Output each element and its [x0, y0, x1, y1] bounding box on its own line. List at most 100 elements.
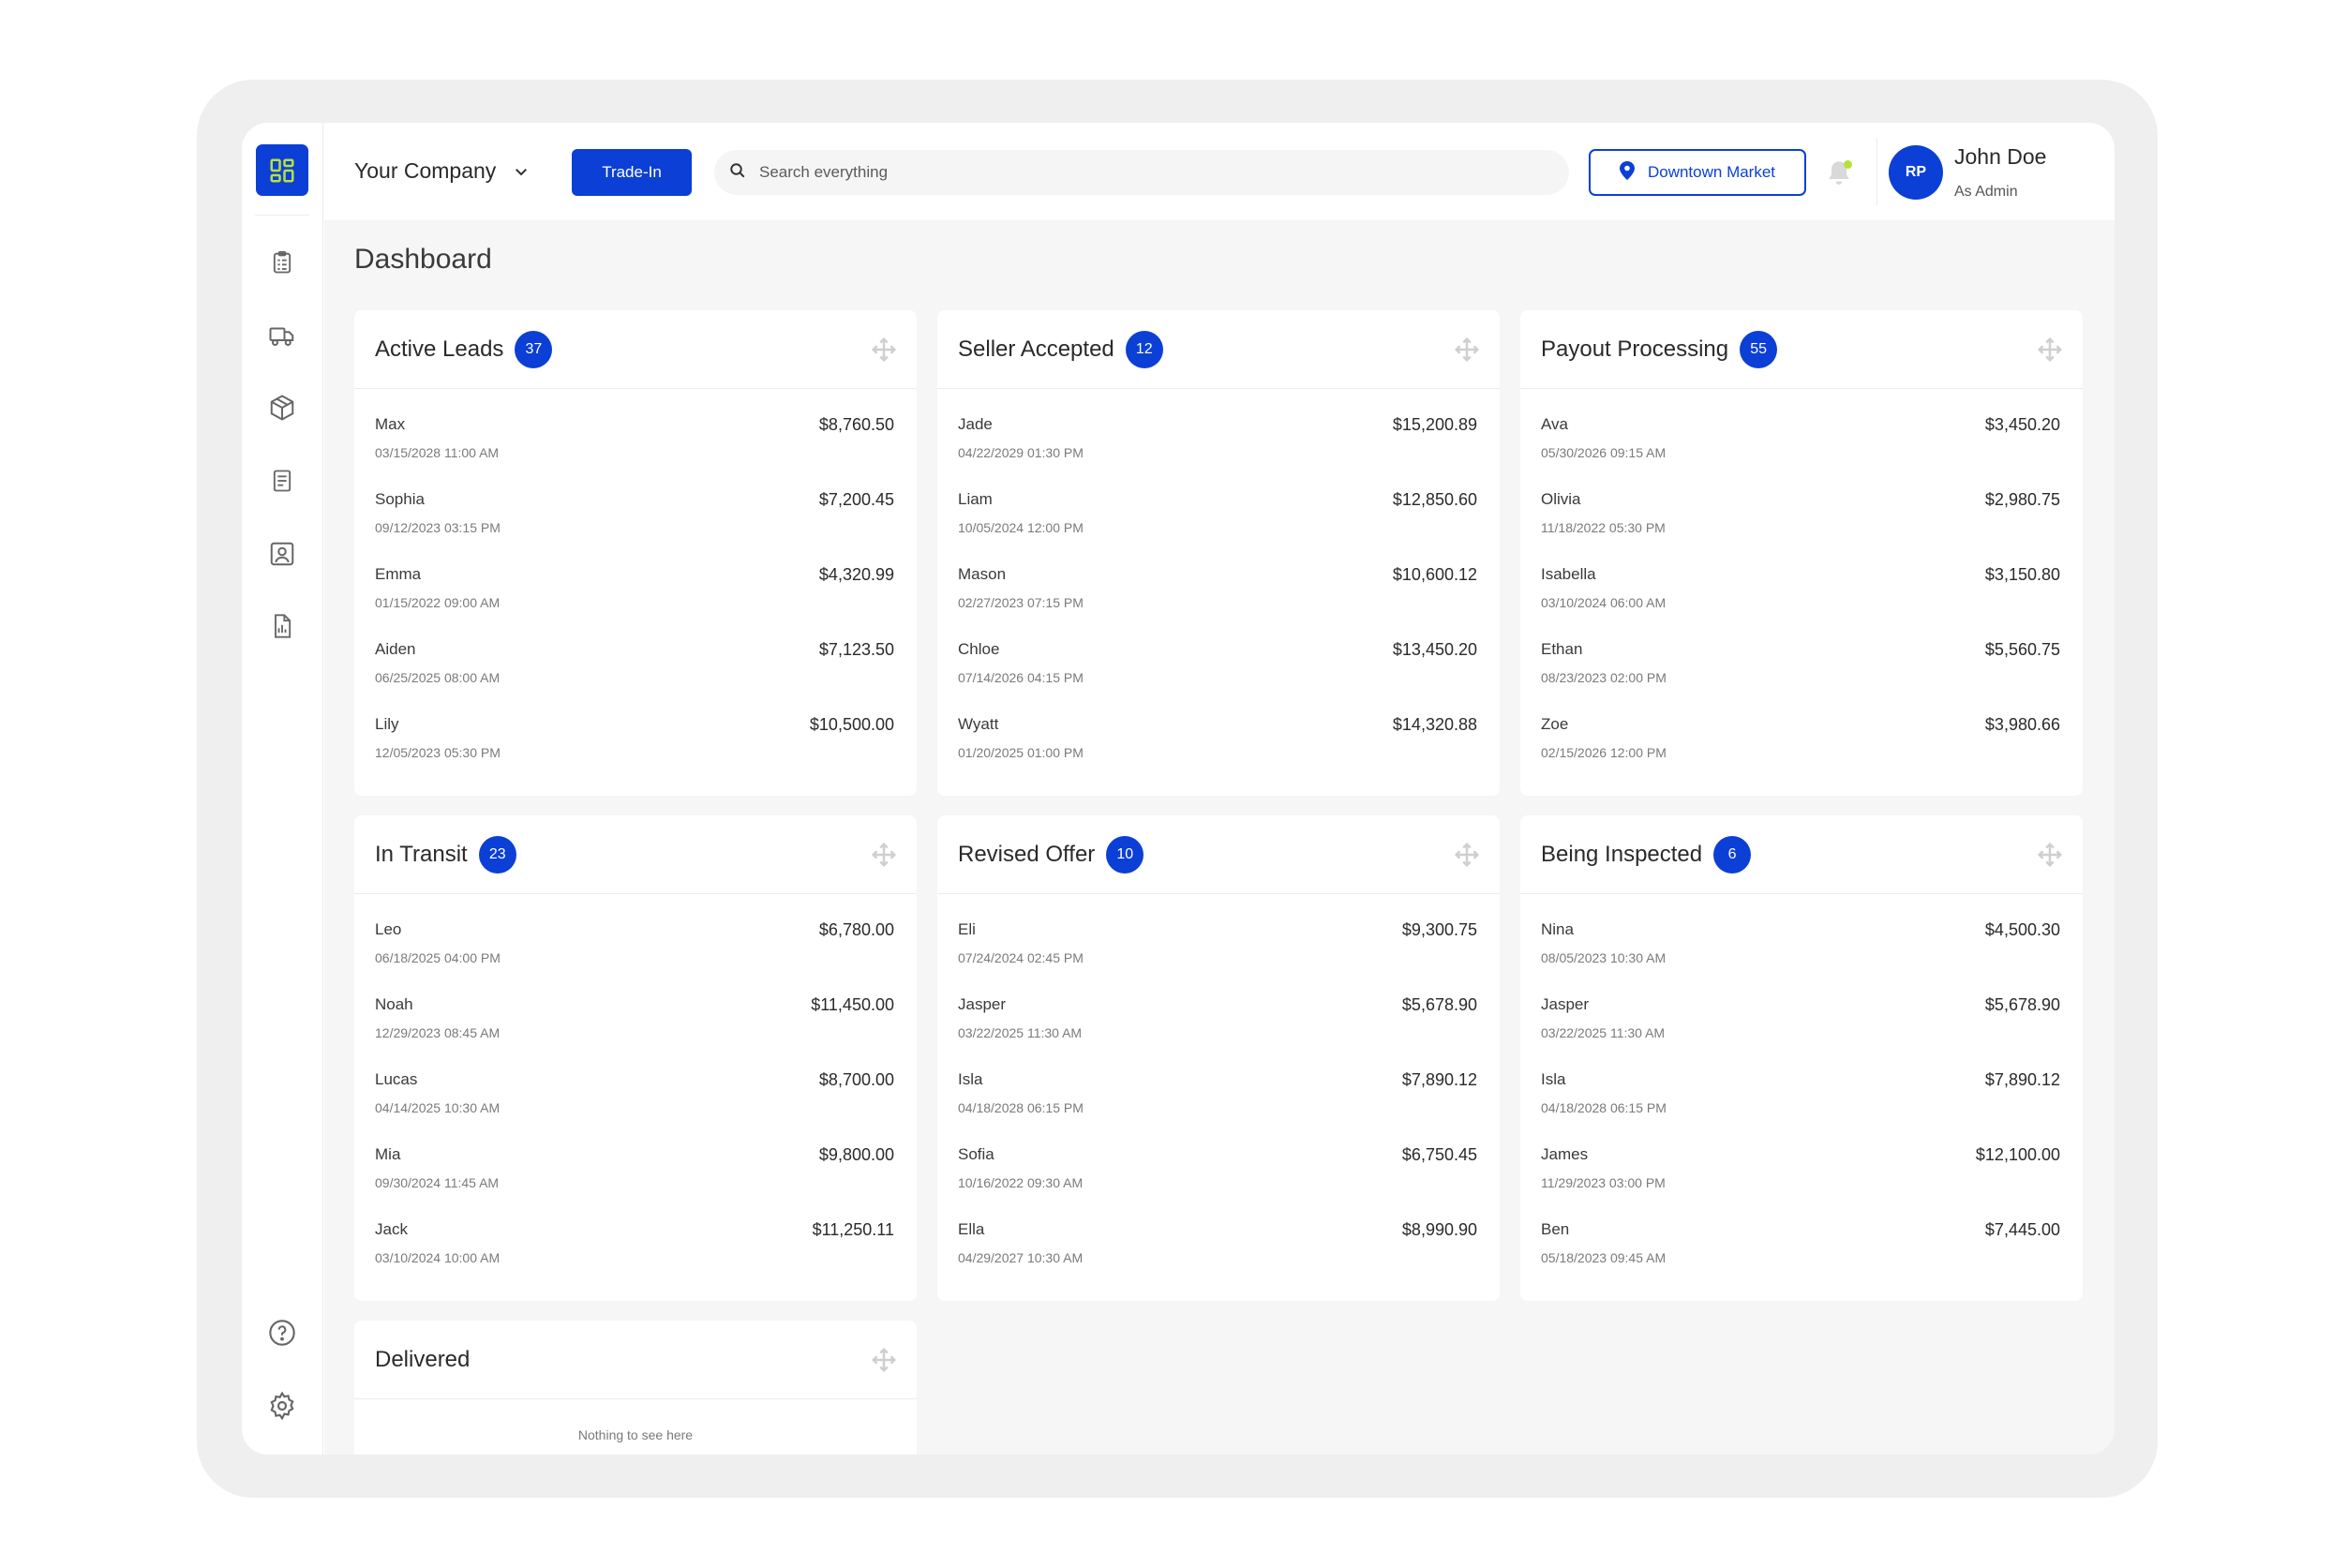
- market-selector-button[interactable]: Downtown Market: [1589, 149, 1806, 196]
- row-name: Sophia: [375, 490, 425, 508]
- card-title: Seller Accepted: [958, 336, 1114, 362]
- row-amount: $8,760.50: [818, 415, 894, 434]
- drag-handle-icon[interactable]: [870, 1346, 898, 1374]
- card-being-inspected: Being Inspected 6 Nina 08/05/2023 10:30 AM $…: [1520, 815, 2083, 1301]
- company-selector[interactable]: Your Company: [354, 158, 530, 184]
- card-body: Ava 05/30/2026 09:15 AM $3,450.20 Olivia 11/…: [1520, 389, 2083, 784]
- list-item[interactable]: Eli 07/24/2024 02:45 PM $9,300.75: [937, 915, 1500, 990]
- card-delivered: Delivered Nothing to see here: [354, 1321, 917, 1455]
- row-amount: $11,450.00: [811, 995, 894, 1014]
- list-item[interactable]: Emma 01/15/2022 09:00 AM $4,320.99: [354, 560, 917, 635]
- search-icon: [729, 162, 746, 184]
- card-body: Eli 07/24/2024 02:45 PM $9,300.75 Jasper 03/…: [937, 894, 1500, 1290]
- list-item[interactable]: James 11/29/2023 03:00 PM $12,100.00: [1520, 1140, 2083, 1215]
- list-item[interactable]: Max 03/15/2028 11:00 AM $8,760.50: [354, 410, 917, 485]
- list-item[interactable]: Lily 12/05/2023 05:30 PM $10,500.00: [354, 709, 917, 784]
- count-badge: 12: [1125, 330, 1163, 368]
- card-title: In Transit: [375, 841, 468, 867]
- receipt-icon[interactable]: [266, 465, 298, 497]
- drag-handle-icon[interactable]: [870, 841, 898, 869]
- row-amount: $7,123.50: [818, 640, 894, 659]
- row-date: 01/15/2022 09:00 AM: [375, 595, 501, 610]
- drag-handle-icon[interactable]: [2036, 841, 2064, 869]
- chevron-down-icon: [513, 163, 530, 180]
- report-icon[interactable]: [266, 610, 298, 642]
- card-title: Revised Offer: [958, 841, 1096, 867]
- drag-handle-icon[interactable]: [1453, 841, 1481, 869]
- list-item[interactable]: Sofia 10/16/2022 09:30 AM $6,750.45: [937, 1140, 1500, 1215]
- card-title: Active Leads: [375, 336, 504, 362]
- app-window: Your Company Trade-In Downtown Market RP…: [242, 123, 2115, 1455]
- list-item[interactable]: Mia 09/30/2024 11:45 AM $9,800.00: [354, 1140, 917, 1215]
- list-item[interactable]: Noah 12/29/2023 08:45 AM $11,450.00: [354, 990, 917, 1065]
- row-amount: $5,560.75: [1984, 640, 2060, 659]
- row-amount: $3,980.66: [1984, 715, 2060, 734]
- row-name: Mason: [958, 565, 1007, 583]
- avatar[interactable]: RP: [1889, 145, 1943, 200]
- row-name: Isabella: [1541, 565, 1596, 583]
- drag-handle-icon[interactable]: [2036, 336, 2064, 364]
- list-item[interactable]: Ella 04/29/2027 10:30 AM $8,990.90: [937, 1215, 1500, 1290]
- row-name: Olivia: [1541, 490, 1581, 508]
- list-item[interactable]: Leo 06/18/2025 04:00 PM $6,780.00: [354, 915, 917, 990]
- help-icon[interactable]: [266, 1317, 298, 1349]
- truck-icon[interactable]: [266, 320, 298, 351]
- card-body: Nothing to see here: [354, 1399, 917, 1442]
- list-item[interactable]: Ben 05/18/2023 09:45 AM $7,445.00: [1520, 1215, 2083, 1290]
- main-content: Dashboard Active Leads 37 Max 03/15/2028 11…: [324, 220, 2115, 1455]
- row-amount: $4,320.99: [818, 565, 894, 584]
- row-name: Ben: [1541, 1220, 1570, 1238]
- drag-handle-icon[interactable]: [1453, 336, 1481, 364]
- list-item[interactable]: Ava 05/30/2026 09:15 AM $3,450.20: [1520, 410, 2083, 485]
- list-item[interactable]: Mason 02/27/2023 07:15 PM $10,600.12: [937, 560, 1500, 635]
- company-name: Your Company: [354, 158, 497, 183]
- list-item[interactable]: Wyatt 01/20/2025 01:00 PM $14,320.88: [937, 709, 1500, 784]
- row-name: Zoe: [1541, 715, 1569, 733]
- card-title: Being Inspected: [1541, 841, 1703, 867]
- list-item[interactable]: Aiden 06/25/2025 08:00 AM $7,123.50: [354, 635, 917, 709]
- row-date: 12/29/2023 08:45 AM: [375, 1025, 501, 1040]
- row-amount: $8,990.90: [1401, 1220, 1477, 1239]
- list-item[interactable]: Olivia 11/18/2022 05:30 PM $2,980.75: [1520, 485, 2083, 560]
- settings-icon[interactable]: [266, 1390, 298, 1422]
- row-date: 07/14/2026 04:15 PM: [958, 670, 1084, 685]
- row-date: 08/05/2023 10:30 AM: [1541, 950, 1667, 965]
- row-date: 05/18/2023 09:45 AM: [1541, 1250, 1667, 1265]
- row-amount: $3,450.20: [1984, 415, 2060, 434]
- list-item[interactable]: Jade 04/22/2029 01:30 PM $15,200.89: [937, 410, 1500, 485]
- sidebar-divider: [255, 215, 309, 216]
- row-date: 04/22/2029 01:30 PM: [958, 445, 1084, 460]
- row-amount: $12,850.60: [1392, 490, 1477, 509]
- list-item[interactable]: Jasper 03/22/2025 11:30 AM $5,678.90: [1520, 990, 2083, 1065]
- list-item[interactable]: Isla 04/18/2028 06:15 PM $7,890.12: [937, 1065, 1500, 1140]
- notification-dot: [1844, 160, 1852, 169]
- list-item[interactable]: Isabella 03/10/2024 06:00 AM $3,150.80: [1520, 560, 2083, 635]
- list-item[interactable]: Nina 08/05/2023 10:30 AM $4,500.30: [1520, 915, 2083, 990]
- count-badge: 6: [1713, 835, 1752, 874]
- row-amount: $7,890.12: [1401, 1070, 1477, 1089]
- list-item[interactable]: Isla 04/18/2028 06:15 PM $7,890.12: [1520, 1065, 2083, 1140]
- list-item[interactable]: Liam 10/05/2024 12:00 PM $12,850.60: [937, 485, 1500, 560]
- sidebar: [242, 123, 323, 1455]
- trade-in-button[interactable]: Trade-In: [572, 149, 692, 196]
- list-item[interactable]: Ethan 08/23/2023 02:00 PM $5,560.75: [1520, 635, 2083, 709]
- list-item[interactable]: Zoe 02/15/2026 12:00 PM $3,980.66: [1520, 709, 2083, 784]
- row-amount: $12,100.00: [1975, 1145, 2060, 1164]
- row-date: 08/23/2023 02:00 PM: [1541, 670, 1667, 685]
- row-amount: $13,450.20: [1392, 640, 1477, 659]
- drag-handle-icon[interactable]: [870, 336, 898, 364]
- list-item[interactable]: Sophia 09/12/2023 03:15 PM $7,200.45: [354, 485, 917, 560]
- list-item[interactable]: Jasper 03/22/2025 11:30 AM $5,678.90: [937, 990, 1500, 1065]
- user-name[interactable]: John Doe: [1954, 144, 2046, 170]
- card-header: In Transit 23: [354, 815, 917, 894]
- search-input[interactable]: [759, 163, 1528, 182]
- list-item[interactable]: Jack 03/10/2024 10:00 AM $11,250.11: [354, 1215, 917, 1290]
- row-name: Jasper: [958, 995, 1007, 1013]
- row-name: Ethan: [1541, 640, 1583, 658]
- clipboard-icon[interactable]: [266, 246, 298, 278]
- dashboard-icon[interactable]: [256, 144, 308, 196]
- contact-icon[interactable]: [266, 538, 298, 570]
- list-item[interactable]: Lucas 04/14/2025 10:30 AM $8,700.00: [354, 1065, 917, 1140]
- package-icon[interactable]: [266, 392, 298, 424]
- list-item[interactable]: Chloe 07/14/2026 04:15 PM $13,450.20: [937, 635, 1500, 709]
